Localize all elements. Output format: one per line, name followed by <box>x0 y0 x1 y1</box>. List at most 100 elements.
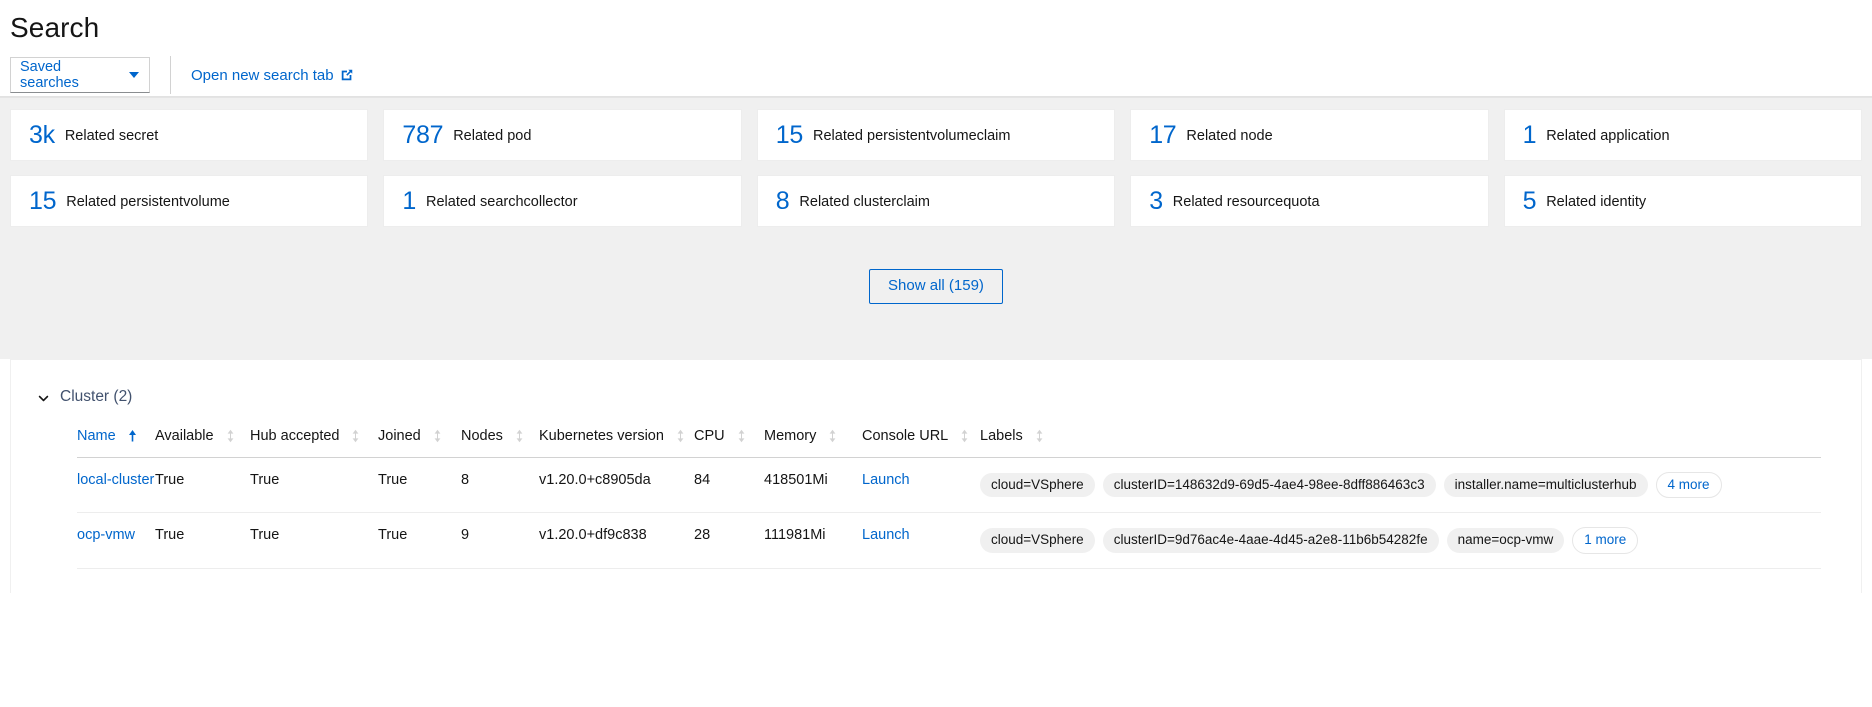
cell-kubernetes-version: v1.20.0+c8905da <box>539 457 694 513</box>
sort-toggle-icon[interactable] <box>737 429 746 443</box>
column-header-label: Kubernetes version <box>539 428 664 444</box>
column-header-cpu[interactable]: CPU <box>694 428 764 458</box>
show-all-container: Show all (159) <box>10 227 1862 304</box>
related-card-label: Related persistentvolumeclaim <box>813 128 1010 144</box>
related-card-count: 1 <box>1523 123 1537 148</box>
related-card-count: 15 <box>29 189 56 214</box>
sort-toggle-icon[interactable] <box>351 429 360 443</box>
cell-available: True <box>155 513 250 569</box>
label-chip: clusterID=9d76ac4e-4aae-4d45-a2e8-11b6b5… <box>1103 528 1439 553</box>
column-header-labels[interactable]: Labels <box>980 428 1821 458</box>
related-card-label: Related application <box>1546 128 1669 144</box>
cell-labels: cloud=VSphere clusterID=148632d9-69d5-4a… <box>980 457 1821 513</box>
related-card[interactable]: 1 Related searchcollector <box>383 175 741 227</box>
cell-memory: 418501Mi <box>764 457 862 513</box>
related-card-count: 787 <box>402 123 443 148</box>
cell-kubernetes-version: v1.20.0+df9c838 <box>539 513 694 569</box>
sort-toggle-icon[interactable] <box>515 429 524 443</box>
cell-cpu: 28 <box>694 513 764 569</box>
column-header-nodes[interactable]: Nodes <box>461 428 539 458</box>
column-header-available[interactable]: Available <box>155 428 250 458</box>
cell-name: ocp-vmw <box>77 513 155 569</box>
column-header-console-url[interactable]: Console URL <box>862 428 980 458</box>
column-header-label: Console URL <box>862 428 948 444</box>
column-header-memory[interactable]: Memory <box>764 428 862 458</box>
cell-nodes: 8 <box>461 457 539 513</box>
related-card[interactable]: 3 Related resourcequota <box>1130 175 1488 227</box>
column-header-label: Available <box>155 428 214 444</box>
related-resources-section: 3k Related secret 787 Related pod 15 Rel… <box>0 98 1872 359</box>
labels-chip-group: cloud=VSphere clusterID=148632d9-69d5-4a… <box>980 472 1821 499</box>
column-header-joined[interactable]: Joined <box>378 428 461 458</box>
sort-toggle-icon[interactable] <box>960 429 969 443</box>
related-card-label: Related resourcequota <box>1173 194 1320 210</box>
sort-toggle-icon[interactable] <box>226 429 235 443</box>
related-card-label: Related identity <box>1546 194 1646 210</box>
labels-more-button[interactable]: 1 more <box>1572 527 1638 554</box>
cluster-table-container: Name Available <box>11 406 1861 569</box>
related-card[interactable]: 1 Related application <box>1504 109 1862 161</box>
chevron-down-icon <box>37 392 49 404</box>
related-card-count: 3 <box>1149 189 1163 214</box>
chevron-down-icon <box>129 72 139 78</box>
table-header-row: Name Available <box>77 428 1821 458</box>
table-row: ocp-vmw True True True 9 v1.20.0+df9c838… <box>77 513 1821 569</box>
labels-chip-group: cloud=VSphere clusterID=9d76ac4e-4aae-4d… <box>980 527 1821 554</box>
cluster-name-link[interactable]: ocp-vmw <box>77 527 135 543</box>
related-card-label: Related pod <box>453 128 531 144</box>
cluster-name-link[interactable]: local-cluster <box>77 472 154 488</box>
related-card-label: Related persistentvolume <box>66 194 230 210</box>
related-card[interactable]: 15 Related persistentvolume <box>10 175 368 227</box>
sort-ascending-icon[interactable] <box>128 429 137 443</box>
cell-console-url: Launch <box>862 513 980 569</box>
cell-hub-accepted: True <box>250 457 378 513</box>
console-launch-link[interactable]: Launch <box>862 472 910 488</box>
sort-toggle-icon[interactable] <box>828 429 837 443</box>
saved-searches-label: Saved searches <box>20 59 121 91</box>
column-header-name[interactable]: Name <box>77 428 155 458</box>
cell-cpu: 84 <box>694 457 764 513</box>
table-row: local-cluster True True True 8 v1.20.0+c… <box>77 457 1821 513</box>
related-cards-grid: 3k Related secret 787 Related pod 15 Rel… <box>10 109 1862 227</box>
sort-toggle-icon[interactable] <box>433 429 442 443</box>
show-all-button[interactable]: Show all (159) <box>869 269 1003 304</box>
related-card-count: 1 <box>402 189 416 214</box>
related-card-count: 17 <box>1149 123 1176 148</box>
saved-searches-dropdown[interactable]: Saved searches <box>10 57 150 93</box>
label-chip: installer.name=multiclusterhub <box>1444 473 1648 498</box>
column-header-hub-accepted[interactable]: Hub accepted <box>250 428 378 458</box>
console-launch-link[interactable]: Launch <box>862 527 910 543</box>
related-card-label: Related searchcollector <box>426 194 578 210</box>
related-card-count: 15 <box>776 123 803 148</box>
open-new-search-tab-link[interactable]: Open new search tab <box>191 67 354 84</box>
cell-labels: cloud=VSphere clusterID=9d76ac4e-4aae-4d… <box>980 513 1821 569</box>
column-header-kubernetes-version[interactable]: Kubernetes version <box>539 428 694 458</box>
cell-console-url: Launch <box>862 457 980 513</box>
cluster-accordion-toggle[interactable]: Cluster (2) <box>11 360 1861 406</box>
related-card-count: 5 <box>1523 189 1537 214</box>
sort-toggle-icon[interactable] <box>676 429 685 443</box>
external-link-icon <box>340 68 354 82</box>
column-header-label: Nodes <box>461 428 503 444</box>
related-card[interactable]: 15 Related persistentvolumeclaim <box>757 109 1115 161</box>
related-card[interactable]: 3k Related secret <box>10 109 368 161</box>
related-card[interactable]: 787 Related pod <box>383 109 741 161</box>
related-card[interactable]: 5 Related identity <box>1504 175 1862 227</box>
search-toolbar: Saved searches Open new search tab <box>0 44 1872 96</box>
label-chip: cloud=VSphere <box>980 473 1095 498</box>
cell-hub-accepted: True <box>250 513 378 569</box>
cell-joined: True <box>378 513 461 569</box>
related-card-count: 3k <box>29 123 55 148</box>
page-header: Search Saved searches Open new search ta… <box>0 0 1872 98</box>
cell-joined: True <box>378 457 461 513</box>
related-card-count: 8 <box>776 189 790 214</box>
sort-toggle-icon[interactable] <box>1035 429 1044 443</box>
column-header-label: Name <box>77 428 116 444</box>
toolbar-divider <box>170 56 171 94</box>
cell-nodes: 9 <box>461 513 539 569</box>
related-card[interactable]: 8 Related clusterclaim <box>757 175 1115 227</box>
cell-name: local-cluster <box>77 457 155 513</box>
related-card[interactable]: 17 Related node <box>1130 109 1488 161</box>
column-header-label: CPU <box>694 428 725 444</box>
labels-more-button[interactable]: 4 more <box>1656 472 1722 499</box>
